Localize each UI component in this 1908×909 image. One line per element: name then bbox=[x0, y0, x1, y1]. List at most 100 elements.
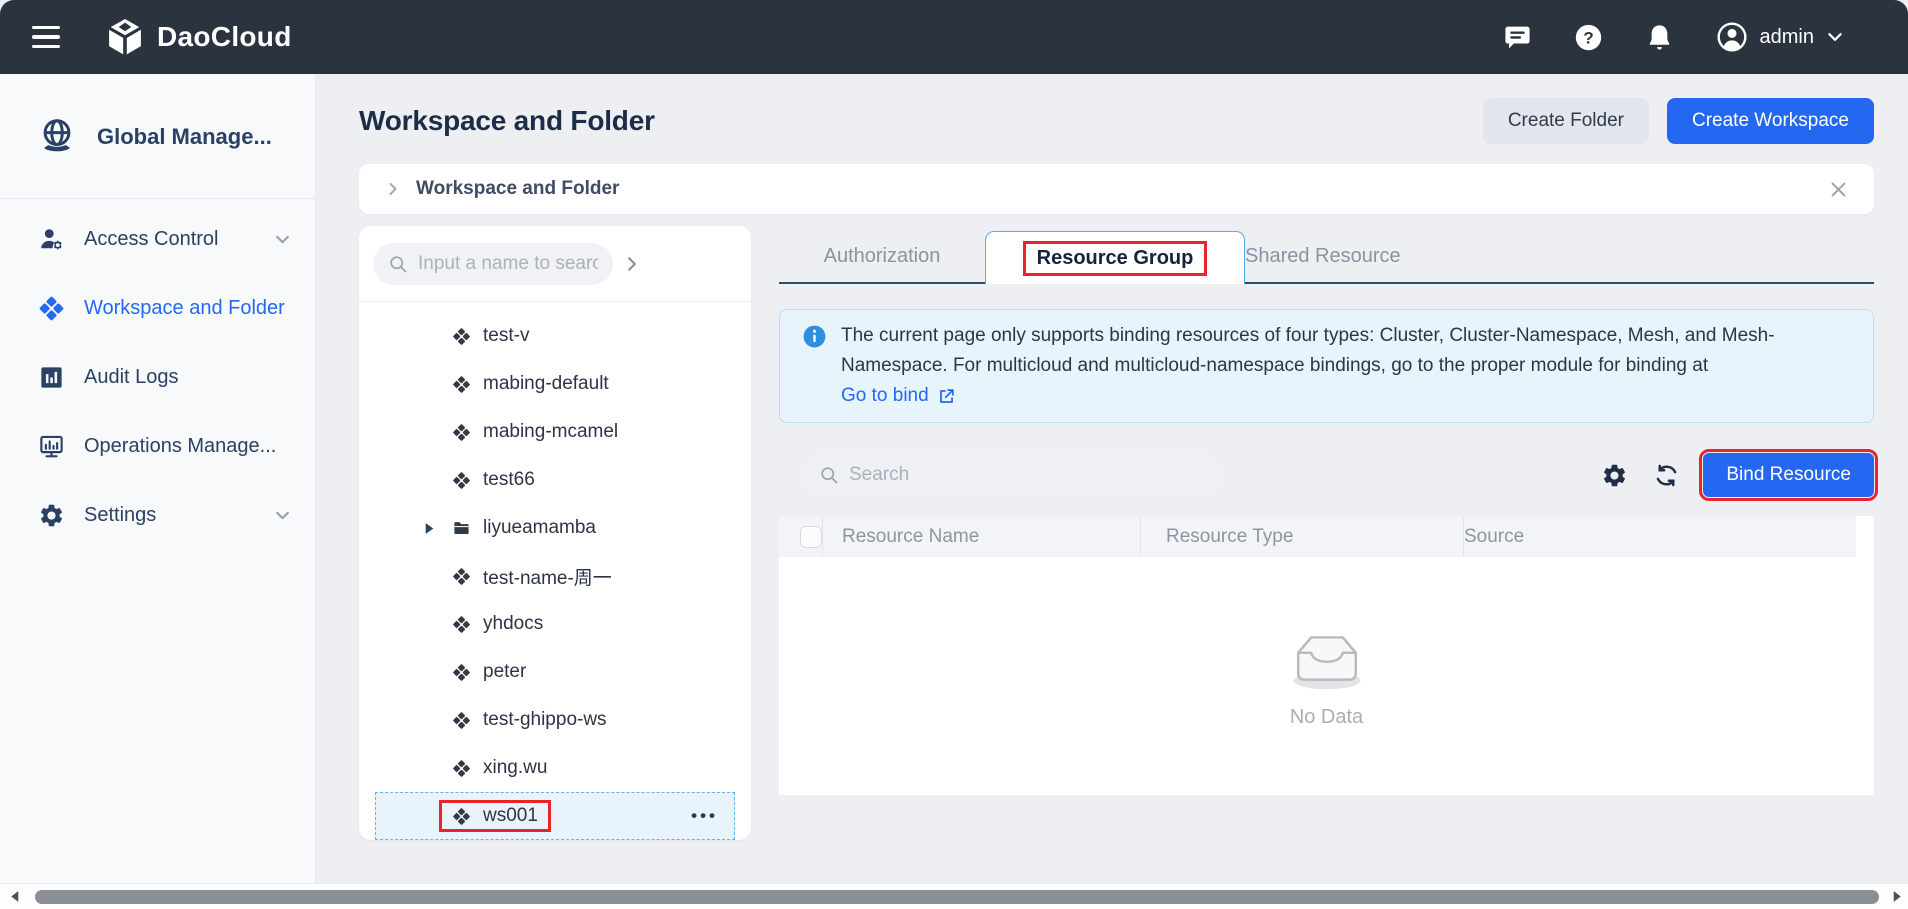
tree-item-label: peter bbox=[483, 661, 526, 683]
no-data-label: No Data bbox=[1290, 706, 1363, 729]
tree-item-label: mabing-default bbox=[483, 373, 609, 395]
workspace-diamond-icon bbox=[452, 759, 471, 778]
topbar-actions: ? admin bbox=[1503, 21, 1908, 53]
settings-gear-icon[interactable] bbox=[1601, 462, 1628, 489]
column-header: Resource Name bbox=[822, 516, 1140, 557]
sidebar-item[interactable]: Audit Logs bbox=[0, 343, 315, 412]
help-icon[interactable]: ? bbox=[1574, 23, 1603, 52]
sidebar-product-switcher[interactable]: Global Manage... bbox=[36, 116, 315, 158]
workspace-diamond-icon bbox=[452, 807, 471, 826]
chat-icon[interactable] bbox=[1503, 23, 1532, 52]
workspace-diamond-icon bbox=[452, 615, 471, 634]
audit-logs-icon bbox=[38, 364, 65, 391]
sidebar-item[interactable]: Operations Manage... bbox=[0, 412, 315, 481]
tab[interactable]: Resource Group bbox=[985, 231, 1245, 284]
scroll-left-arrow-icon[interactable] bbox=[8, 890, 21, 903]
brand-name: DaoCloud bbox=[157, 21, 292, 53]
info-alert: The current page only supports binding r… bbox=[779, 309, 1874, 423]
brand-logo[interactable]: DaoCloud bbox=[104, 16, 292, 58]
tree-item-main: test-name-周一 bbox=[452, 563, 612, 590]
topbar-icon-group: ? bbox=[1503, 23, 1674, 52]
settings-icon bbox=[38, 502, 65, 529]
svg-text:?: ? bbox=[1583, 28, 1593, 47]
table-scroll-gutter bbox=[1856, 516, 1874, 557]
sidebar-item-label: Access Control bbox=[84, 228, 219, 251]
tree-item[interactable]: test-name-周一 bbox=[375, 552, 735, 600]
chevron-down-icon bbox=[274, 231, 291, 248]
column-header: Resource Type bbox=[1140, 516, 1464, 557]
create-workspace-button[interactable]: Create Workspace bbox=[1667, 98, 1874, 144]
main-area: Workspace and Folder Create Folder Creat… bbox=[316, 74, 1908, 909]
info-icon bbox=[802, 324, 827, 349]
tree-item-main: test-ghippo-ws bbox=[452, 709, 607, 731]
tab[interactable]: Shared Resource bbox=[1245, 231, 1401, 282]
hamburger-menu-icon[interactable] bbox=[32, 26, 60, 49]
tree-item[interactable]: peter bbox=[375, 648, 735, 696]
more-actions-icon[interactable]: ••• bbox=[691, 806, 718, 826]
folder-icon bbox=[452, 519, 471, 538]
topbar: DaoCloud ? admin bbox=[0, 0, 1908, 74]
tree-item-main: xing.wu bbox=[452, 757, 547, 779]
workspace-diamond-icon bbox=[452, 567, 471, 586]
tab[interactable]: Authorization bbox=[779, 231, 985, 282]
tree-item-label: yhdocs bbox=[483, 613, 543, 635]
panel-collapse-icon[interactable] bbox=[623, 255, 641, 273]
tree-item[interactable]: mabing-mcamel bbox=[375, 408, 735, 456]
tree-item[interactable]: ws001 ••• bbox=[375, 792, 735, 840]
tree-item-label: test-name-周一 bbox=[483, 563, 612, 590]
close-icon[interactable] bbox=[1829, 180, 1848, 199]
tree-item-label: test-v bbox=[483, 325, 529, 347]
expand-caret-icon[interactable] bbox=[423, 522, 436, 535]
tree-item-label: ws001 bbox=[483, 805, 538, 827]
username: admin bbox=[1760, 26, 1814, 49]
resource-search-field[interactable] bbox=[802, 453, 1222, 497]
info-alert-text: The current page only supports binding r… bbox=[841, 325, 1775, 376]
tree-search-input[interactable] bbox=[418, 253, 598, 275]
create-folder-button[interactable]: Create Folder bbox=[1483, 98, 1649, 144]
scrollbar-thumb[interactable] bbox=[35, 890, 1879, 904]
tree-item[interactable]: test66 bbox=[375, 456, 735, 504]
user-menu[interactable]: admin bbox=[1716, 21, 1844, 53]
sidebar-item-label: Settings bbox=[84, 504, 156, 527]
tree-item-label: test-ghippo-ws bbox=[483, 709, 607, 731]
bind-resource-button[interactable]: Bind Resource bbox=[1703, 453, 1874, 497]
table-body-empty: No Data bbox=[779, 557, 1874, 795]
tree-item-label: mabing-mcamel bbox=[483, 421, 618, 443]
go-to-bind-link[interactable]: Go to bind bbox=[841, 381, 956, 411]
sidebar-item[interactable]: Access Control bbox=[0, 205, 315, 274]
tree-item[interactable]: xing.wu bbox=[375, 744, 735, 792]
workspace-tree: test-v mabing-default bbox=[359, 302, 751, 840]
breadcrumb-label[interactable]: Workspace and Folder bbox=[416, 178, 619, 200]
content-panel: Authorization Resource Group Shared Reso… bbox=[779, 231, 1874, 795]
resource-table: Resource NameResource TypeSource No Data bbox=[779, 516, 1874, 795]
resource-search-input[interactable] bbox=[849, 464, 1205, 486]
page-header: Workspace and Folder Create Folder Creat… bbox=[359, 96, 1874, 146]
tree-item[interactable]: liyueamamba bbox=[375, 504, 735, 552]
sidebar-item[interactable]: Settings bbox=[0, 481, 315, 550]
chevron-down-icon bbox=[1826, 28, 1844, 46]
tab-bar: Authorization Resource Group Shared Reso… bbox=[779, 231, 1874, 284]
tree-item[interactable]: yhdocs bbox=[375, 600, 735, 648]
tree-item-main: test66 bbox=[452, 469, 535, 491]
tree-item[interactable]: mabing-default bbox=[375, 360, 735, 408]
workspace-diamond-icon bbox=[452, 423, 471, 442]
scroll-right-arrow-icon[interactable] bbox=[1891, 890, 1904, 903]
refresh-icon[interactable] bbox=[1653, 462, 1680, 489]
tree-item[interactable]: test-v bbox=[375, 312, 735, 360]
sidebar-item-label: Audit Logs bbox=[84, 366, 179, 389]
tree-search-field[interactable] bbox=[373, 243, 613, 285]
sidebar-item[interactable]: Workspace and Folder bbox=[0, 274, 315, 343]
bell-icon[interactable] bbox=[1645, 23, 1674, 52]
workspace-folder-icon bbox=[38, 295, 65, 322]
select-all-checkbox[interactable] bbox=[800, 526, 822, 548]
resource-toolbar: Bind Resource bbox=[779, 453, 1874, 497]
page-actions: Create Folder Create Workspace bbox=[1483, 98, 1874, 144]
tree-item-main: peter bbox=[452, 661, 526, 683]
daocloud-logo-icon bbox=[104, 16, 146, 58]
chevron-right-icon bbox=[385, 181, 401, 197]
workspace-diamond-icon bbox=[452, 471, 471, 490]
access-control-icon bbox=[38, 226, 65, 253]
workspace-diamond-icon bbox=[452, 663, 471, 682]
horizontal-scrollbar[interactable] bbox=[0, 883, 1908, 909]
tree-item[interactable]: test-ghippo-ws bbox=[375, 696, 735, 744]
